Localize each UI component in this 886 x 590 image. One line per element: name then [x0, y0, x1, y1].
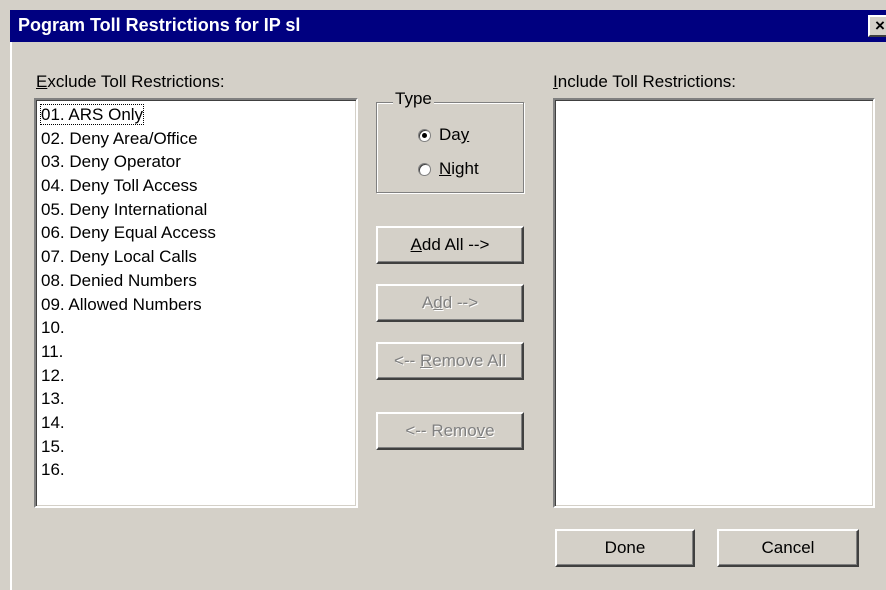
list-item-label: 06. Deny Equal Access — [41, 223, 216, 243]
list-item[interactable]: 14. — [41, 411, 356, 435]
list-item[interactable]: 02. Deny Area/Office — [41, 127, 356, 151]
list-item[interactable]: 16. — [41, 458, 356, 482]
remove-button[interactable]: <-- Remove — [376, 412, 524, 450]
window-left-edge — [10, 42, 12, 590]
list-item-label: 05. Deny International — [41, 199, 208, 219]
list-item[interactable]: 08. Denied Numbers — [41, 269, 356, 293]
list-item[interactable]: 04. Deny Toll Access — [41, 174, 356, 198]
list-item[interactable]: 13. — [41, 387, 356, 411]
list-item-label: 10. — [41, 318, 65, 338]
list-item[interactable]: 12. — [41, 364, 356, 388]
list-item-label: 11. — [41, 341, 64, 361]
add-button[interactable]: Add --> — [376, 284, 524, 322]
exclude-listbox[interactable]: 01. ARS Only 02. Deny Area/Office 03. Deny… — [34, 98, 358, 508]
list-item-label: 08. Denied Numbers — [41, 270, 197, 290]
day-radio-dot[interactable] — [418, 128, 431, 142]
list-item[interactable]: 01. ARS Only — [39, 103, 356, 127]
add-all-button[interactable]: Add All --> — [376, 226, 524, 264]
type-legend: Type — [393, 89, 434, 109]
list-item-label: 09. Allowed Numbers — [41, 294, 202, 314]
night-radio[interactable]: Night — [418, 159, 479, 179]
list-item[interactable]: 03. Deny Operator — [41, 150, 356, 174]
list-item-label: 01. ARS Only — [39, 104, 145, 125]
exclude-list: 01. ARS Only 02. Deny Area/Office 03. Deny… — [36, 100, 356, 482]
include-label: Include Toll Restrictions: — [553, 72, 737, 91]
cancel-button[interactable]: Cancel — [717, 529, 859, 567]
done-button[interactable]: Done — [555, 529, 695, 567]
day-radio-label: Day — [439, 125, 470, 144]
type-groupbox: Type — [376, 89, 524, 193]
exclude-label: Exclude Toll Restrictions: — [36, 72, 225, 91]
dialog-titlebar[interactable]: Pogram Toll Restrictions for IP sl × — [10, 10, 886, 42]
list-item-label: 15. — [41, 436, 65, 456]
list-item[interactable]: 15. — [41, 435, 356, 459]
dialog-title: Pogram Toll Restrictions for IP sl — [18, 15, 301, 35]
list-item-label: 16. — [41, 460, 65, 480]
list-item-label: 14. — [41, 412, 65, 432]
remove-all-button[interactable]: <-- Remove All — [376, 342, 524, 380]
close-button[interactable]: × — [868, 15, 886, 37]
list-item-label: 07. Deny Local Calls — [41, 247, 197, 267]
list-item-label: 02. Deny Area/Office — [41, 128, 198, 148]
close-icon: × — [875, 16, 885, 35]
list-item-label: 04. Deny Toll Access — [41, 176, 198, 196]
list-item-label: 12. — [41, 365, 65, 385]
include-listbox[interactable] — [553, 98, 875, 508]
night-radio-dot[interactable] — [418, 162, 431, 176]
list-item[interactable]: 09. Allowed Numbers — [41, 293, 356, 317]
list-item[interactable]: 06. Deny Equal Access — [41, 221, 356, 245]
night-radio-label: Night — [439, 159, 479, 178]
list-item-label: 13. — [41, 389, 65, 409]
include-list — [555, 100, 873, 103]
day-radio[interactable]: Day — [418, 125, 469, 145]
list-item[interactable]: 10. — [41, 316, 356, 340]
list-item[interactable]: 05. Deny International — [41, 198, 356, 222]
list-item-label: 03. Deny Operator — [41, 152, 181, 172]
list-item[interactable]: 07. Deny Local Calls — [41, 245, 356, 269]
list-item[interactable]: 11. — [41, 340, 356, 364]
